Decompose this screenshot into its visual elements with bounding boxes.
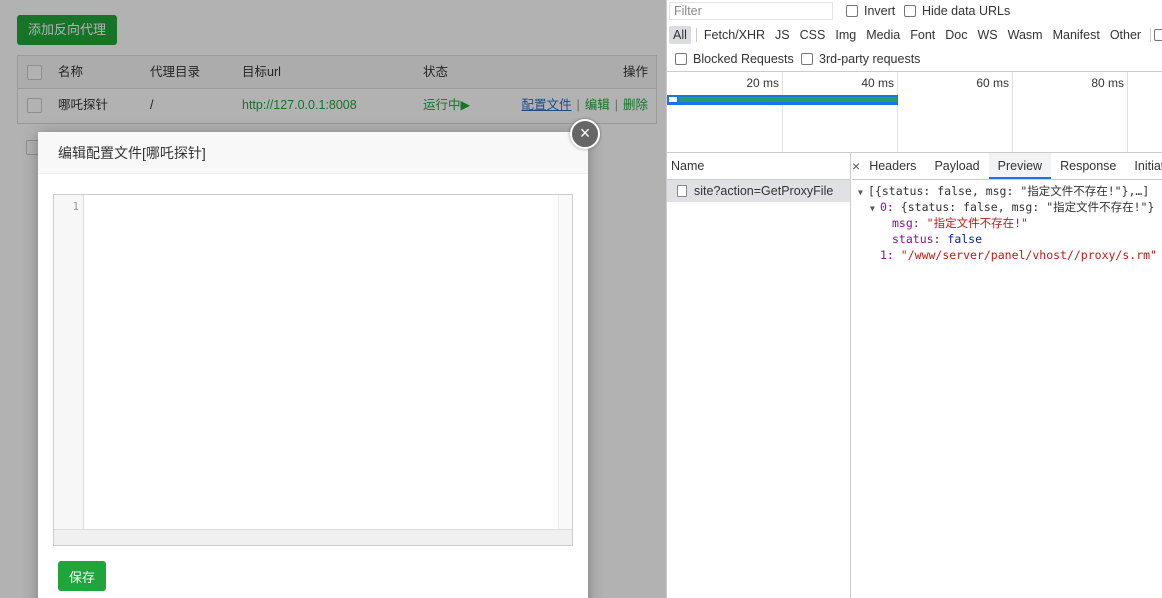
- json-item-0-summary: {status: false, msg: "指定文件不存在!"}: [900, 200, 1155, 214]
- type-manifest[interactable]: Manifest: [1049, 26, 1104, 44]
- timeline-tick: 80 ms: [1091, 72, 1128, 152]
- devtools-network-panel: Invert Hide data URLs All Fetch/XHR JS C…: [666, 0, 1162, 598]
- waterfall-start-marker: [669, 97, 677, 102]
- line-number: 1: [72, 201, 79, 213]
- timeline-tick: 40 ms: [861, 72, 898, 152]
- tick-label: 20 ms: [746, 76, 779, 90]
- dialog-close-icon[interactable]: ×: [570, 119, 600, 149]
- checkbox-box: [904, 5, 916, 17]
- has-blocked-cookies-checkbox[interactable]: [1154, 29, 1162, 41]
- timeline-tick: 60 ms: [976, 72, 1013, 152]
- type-other[interactable]: Other: [1106, 26, 1145, 44]
- resource-type-filters: All Fetch/XHR JS CSS Img Media Font Doc …: [669, 24, 1162, 46]
- json-boolean: false: [947, 232, 983, 246]
- invert-label: Invert: [864, 4, 896, 18]
- type-ws[interactable]: WS: [973, 26, 1001, 44]
- panel-page: 添加反向代理 名称 代理目录 目标url 状态 操作 哪吒探针 / http:/…: [0, 0, 666, 598]
- checkbox-box: [801, 53, 813, 65]
- timeline-tick: 20 ms: [746, 72, 783, 152]
- edit-config-dialog: 编辑配置文件[哪吒探针] 1 保存: [38, 132, 588, 598]
- json-root-line[interactable]: ▼ [{status: false, msg: "指定文件不存在!"},…]: [852, 183, 1162, 199]
- tab-response[interactable]: Response: [1051, 153, 1125, 179]
- third-party-checkbox[interactable]: 3rd-party requests: [801, 52, 920, 66]
- tab-initiator[interactable]: Initiator: [1125, 153, 1162, 179]
- third-party-label: 3rd-party requests: [819, 52, 921, 66]
- hide-data-urls-label: Hide data URLs: [922, 4, 1011, 18]
- request-name: site?action=GetProxyFile: [694, 184, 834, 198]
- blocked-requests-checkbox[interactable]: Blocked Requests: [675, 52, 794, 66]
- editor-horizontal-scrollbar[interactable]: [54, 529, 572, 545]
- save-button[interactable]: 保存: [58, 561, 107, 591]
- json-key: status:: [892, 232, 941, 246]
- filter-input[interactable]: [669, 2, 833, 20]
- tab-payload[interactable]: Payload: [925, 153, 988, 179]
- tab-headers[interactable]: Headers: [860, 153, 925, 179]
- type-js[interactable]: JS: [771, 26, 794, 44]
- type-fetch-xhr[interactable]: Fetch/XHR: [700, 26, 769, 44]
- json-key: 1:: [880, 248, 894, 262]
- request-waterfall-bar: [679, 97, 897, 102]
- json-preview: ▼ [{status: false, msg: "指定文件不存在!"},…] ▼ 0…: [852, 183, 1162, 263]
- request-list: Name site?action=GetProxyFile: [667, 153, 851, 598]
- type-img[interactable]: Img: [831, 26, 860, 44]
- editor-gutter: 1: [54, 195, 84, 530]
- json-root-summary: [{status: false, msg: "指定文件不存在!"},…]: [868, 184, 1150, 198]
- request-row[interactable]: site?action=GetProxyFile: [667, 180, 850, 202]
- json-key: msg:: [892, 216, 920, 230]
- tick-label: 40 ms: [861, 76, 894, 90]
- name-column-header[interactable]: Name: [667, 153, 850, 180]
- close-detail-icon[interactable]: ×: [852, 153, 860, 179]
- dialog-title: 编辑配置文件[哪吒探针]: [38, 132, 588, 174]
- json-msg-line: msg: "指定文件不存在!": [852, 215, 1162, 231]
- code-editor[interactable]: 1: [53, 194, 573, 546]
- editor-vertical-scrollbar[interactable]: [558, 195, 572, 530]
- checkbox-box: [675, 53, 687, 65]
- tab-preview[interactable]: Preview: [988, 153, 1052, 179]
- type-wasm[interactable]: Wasm: [1004, 26, 1047, 44]
- type-doc[interactable]: Doc: [941, 26, 971, 44]
- document-icon: [677, 185, 687, 197]
- request-detail: × Headers Payload Preview Response Initi…: [852, 153, 1162, 598]
- json-item-0[interactable]: ▼ 0: {status: false, msg: "指定文件不存在!"}: [852, 199, 1162, 215]
- tick-label: 80 ms: [1091, 76, 1124, 90]
- detail-tabs: × Headers Payload Preview Response Initi…: [852, 153, 1162, 180]
- overview-timeline[interactable]: 20 ms 40 ms 60 ms 80 ms: [667, 72, 1162, 152]
- json-item-1: 1: "/www/server/panel/vhost//proxy/s.rm": [852, 247, 1162, 263]
- invert-checkbox[interactable]: Invert: [846, 4, 895, 18]
- checkbox-box: [846, 5, 858, 17]
- json-string: "指定文件不存在!": [926, 216, 1028, 230]
- json-status-line: status: false: [852, 231, 1162, 247]
- type-font[interactable]: Font: [906, 26, 939, 44]
- type-css[interactable]: CSS: [796, 26, 830, 44]
- blocked-requests-label: Blocked Requests: [693, 52, 794, 66]
- json-string: "/www/server/panel/vhost//proxy/s.rm": [900, 248, 1157, 262]
- divider: [695, 28, 697, 42]
- type-media[interactable]: Media: [862, 26, 904, 44]
- tick-label: 60 ms: [976, 76, 1009, 90]
- checkbox-box: [1154, 29, 1162, 41]
- type-all[interactable]: All: [669, 26, 691, 44]
- hide-data-urls-checkbox[interactable]: Hide data URLs: [904, 4, 1010, 18]
- divider: [1150, 28, 1152, 42]
- json-key: 0:: [880, 200, 894, 214]
